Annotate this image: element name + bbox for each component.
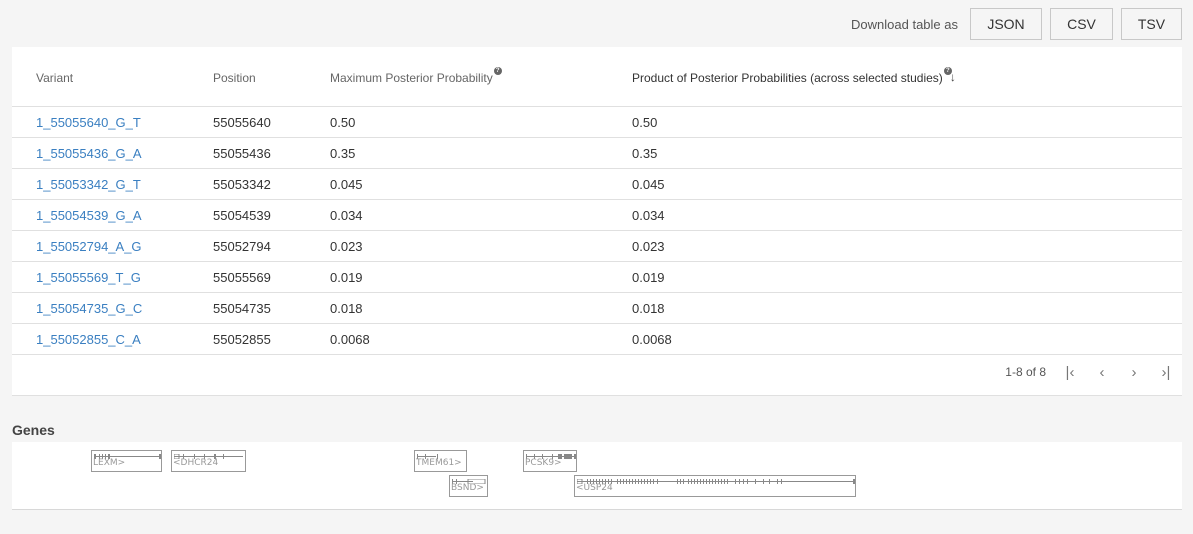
table-row: 1_55052794_A_G 55052794 0.023 0.023 — [12, 231, 1182, 262]
product-pp-cell: 0.045 — [632, 177, 665, 192]
max-pp-cell: 0.35 — [330, 146, 356, 161]
max-pp-cell: 0.023 — [330, 239, 363, 254]
position-cell: 55055436 — [213, 146, 271, 161]
pagination-range: 1-8 of 8 — [1005, 365, 1046, 379]
variant-link[interactable]: 1_55054539_G_A — [36, 208, 142, 223]
download-bar: Download table as JSON CSV TSV — [851, 8, 1182, 40]
column-header-variant[interactable]: Variant — [36, 71, 73, 85]
credible-set-table: Variant Position Maximum Posterior Proba… — [12, 47, 1182, 396]
product-pp-cell: 0.35 — [632, 146, 658, 161]
table-row: 1_55053342_G_T 55053342 0.045 0.045 — [12, 169, 1182, 200]
help-icon[interactable]: ? — [493, 67, 502, 75]
download-json-button[interactable]: JSON — [970, 8, 1042, 40]
gene-dhcr24[interactable]: <DHCR24 — [171, 450, 246, 472]
column-header-position[interactable]: Position — [213, 71, 256, 85]
product-pp-cell: 0.018 — [632, 301, 665, 316]
column-header-product-pp[interactable]: Product of Posterior Probabilities (acro… — [632, 67, 956, 85]
product-pp-cell: 0.0068 — [632, 332, 672, 347]
product-pp-cell: 0.50 — [632, 115, 658, 130]
table-row: 1_55052855_C_A 55052855 0.0068 0.0068 — [12, 324, 1182, 355]
gene-tmem61[interactable]: TMEM61> — [414, 450, 467, 472]
variant-link[interactable]: 1_55052794_A_G — [36, 239, 142, 254]
gene-structure-icon — [577, 479, 855, 484]
sort-descending-icon[interactable]: ↓ — [950, 70, 956, 84]
variant-link[interactable]: 1_55055640_G_T — [36, 115, 141, 130]
position-cell: 55054539 — [213, 208, 271, 223]
column-header-max-pp-label: Maximum Posterior Probability — [330, 71, 493, 85]
max-pp-cell: 0.045 — [330, 177, 363, 192]
download-csv-button[interactable]: CSV — [1050, 8, 1113, 40]
gene-label: LEXM> — [93, 458, 126, 468]
genes-title: Genes — [12, 422, 55, 438]
column-header-max-pp[interactable]: Maximum Posterior Probability? — [330, 67, 502, 85]
table-row: 1_55054539_G_A 55054539 0.034 0.034 — [12, 200, 1182, 231]
gene-pcsk9[interactable]: PCSK9> — [523, 450, 577, 472]
max-pp-cell: 0.018 — [330, 301, 363, 316]
genes-track: LEXM> <DHCR24 TMEM61> BSND> PCSK9> <USP2… — [12, 442, 1182, 510]
max-pp-cell: 0.034 — [330, 208, 363, 223]
gene-label: BSND> — [451, 483, 484, 493]
download-tsv-button[interactable]: TSV — [1121, 8, 1182, 40]
variant-link[interactable]: 1_55053342_G_T — [36, 177, 141, 192]
position-cell: 55052855 — [213, 332, 271, 347]
gene-label: <DHCR24 — [173, 458, 219, 468]
download-label: Download table as — [851, 16, 958, 32]
pagination: 1-8 of 8 |‹ ‹ › ›| — [1005, 359, 1182, 385]
max-pp-cell: 0.50 — [330, 115, 356, 130]
variant-link[interactable]: 1_55052855_C_A — [36, 332, 141, 347]
position-cell: 55053342 — [213, 177, 271, 192]
variant-link[interactable]: 1_55054735_G_C — [36, 301, 142, 316]
table-row: 1_55055569_T_G 55055569 0.019 0.019 — [12, 262, 1182, 293]
table-row: 1_55055436_G_A 55055436 0.35 0.35 — [12, 138, 1182, 169]
max-pp-cell: 0.0068 — [330, 332, 370, 347]
product-pp-cell: 0.019 — [632, 270, 665, 285]
last-page-icon[interactable]: ›| — [1150, 359, 1182, 385]
gene-label: PCSK9> — [525, 458, 562, 468]
gene-lexm[interactable]: LEXM> — [91, 450, 162, 472]
max-pp-cell: 0.019 — [330, 270, 363, 285]
gene-bsnd[interactable]: BSND> — [449, 475, 488, 497]
gene-label: TMEM61> — [416, 458, 462, 468]
gene-usp24[interactable]: <USP24 — [574, 475, 856, 497]
variant-link[interactable]: 1_55055436_G_A — [36, 146, 142, 161]
next-page-icon[interactable]: › — [1118, 359, 1150, 385]
variant-link[interactable]: 1_55055569_T_G — [36, 270, 141, 285]
first-page-icon[interactable]: |‹ — [1054, 359, 1086, 385]
previous-page-icon[interactable]: ‹ — [1086, 359, 1118, 385]
table-row: 1_55055640_G_T 55055640 0.50 0.50 — [12, 107, 1182, 138]
column-header-product-pp-label: Product of Posterior Probabilities (acro… — [632, 71, 943, 85]
position-cell: 55055569 — [213, 270, 271, 285]
table-row: 1_55054735_G_C 55054735 0.018 0.018 — [12, 293, 1182, 324]
position-cell: 55052794 — [213, 239, 271, 254]
position-cell: 55054735 — [213, 301, 271, 316]
position-cell: 55055640 — [213, 115, 271, 130]
product-pp-cell: 0.023 — [632, 239, 665, 254]
table-header: Variant Position Maximum Posterior Proba… — [12, 47, 1182, 107]
product-pp-cell: 0.034 — [632, 208, 665, 223]
gene-label: <USP24 — [576, 483, 613, 493]
